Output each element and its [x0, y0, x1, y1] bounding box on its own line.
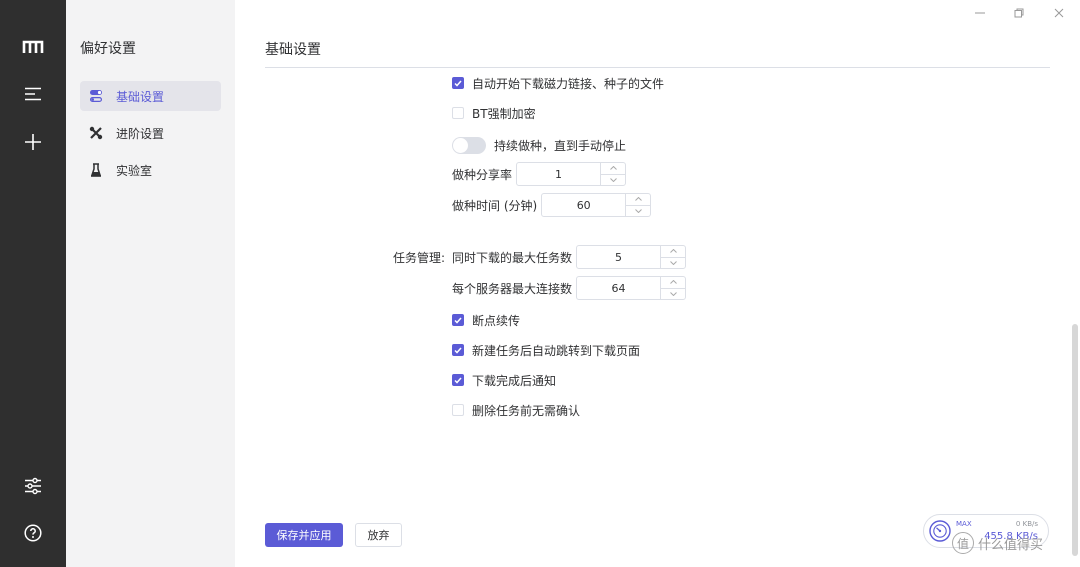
chevron-down-icon[interactable]: [626, 204, 651, 217]
max-connections-stepper[interactable]: 64: [576, 276, 687, 300]
seed-time-row: 做种时间 (分钟) 60: [452, 193, 652, 217]
checkbox-label: 下载完成后通知: [472, 373, 557, 388]
sidebar-title: 偏好设置: [80, 41, 136, 57]
max-tasks-row: 同时下载的最大任务数 5: [452, 245, 687, 269]
stepper-value[interactable]: 60: [542, 194, 625, 216]
lab-icon: [88, 162, 104, 178]
chevron-up-icon[interactable]: [661, 277, 685, 288]
checkbox-label: 删除任务前无需确认: [472, 403, 581, 418]
menu-icon[interactable]: [0, 74, 66, 114]
sidebar-item-label: 进阶设置: [116, 126, 165, 141]
stepper-value[interactable]: 1: [517, 163, 600, 185]
sidebar-item-basic[interactable]: 基础设置: [80, 81, 221, 111]
sidebar-item-lab[interactable]: 实验室: [80, 155, 221, 185]
chevron-down-icon[interactable]: [661, 287, 686, 300]
seed-ratio-stepper[interactable]: 1: [516, 162, 627, 186]
page-title: 基础设置: [265, 42, 321, 58]
checkbox-checked-icon: [452, 77, 464, 89]
stepper-value[interactable]: 64: [577, 277, 660, 299]
upload-speed: 0 KB/s: [1015, 520, 1038, 528]
chevron-up-icon[interactable]: [601, 163, 625, 174]
checkbox-checked-icon: [452, 374, 464, 386]
divider: [265, 67, 1050, 68]
resume-download-checkbox[interactable]: 断点续传: [452, 312, 520, 328]
notify-complete-checkbox[interactable]: 下载完成后通知: [452, 372, 556, 388]
no-delete-confirm-checkbox[interactable]: 删除任务前无需确认: [452, 402, 580, 418]
watermark-text: 什么值得买: [978, 537, 1044, 553]
keep-seeding-switch[interactable]: 持续做种，直到手动停止: [452, 136, 626, 154]
chevron-up-icon[interactable]: [626, 194, 650, 205]
toggle-switch[interactable]: [452, 136, 486, 154]
seed-time-stepper[interactable]: 60: [541, 193, 652, 217]
checkbox-label: 新建任务后自动跳转到下载页面: [472, 343, 641, 358]
field-label: 同时下载的最大任务数: [452, 250, 573, 265]
max-connections-row: 每个服务器最大连接数 64: [452, 276, 687, 300]
switch-knob: [453, 137, 468, 153]
sidebar-item-label: 实验室: [116, 163, 153, 178]
checkbox-label: 断点续传: [472, 313, 521, 328]
app-window: 偏好设置 基础设置 进阶设置 实验室 基础设置 自动开始下载磁力链接、种子的文件…: [0, 0, 1080, 567]
discard-button[interactable]: 放弃: [355, 523, 402, 547]
icon-rail: [0, 0, 66, 567]
chevron-up-icon[interactable]: [661, 246, 685, 257]
bt-encryption-checkbox[interactable]: BT强制加密: [452, 105, 536, 121]
chevron-down-icon[interactable]: [601, 173, 626, 186]
help-icon[interactable]: [0, 513, 66, 553]
preferences-icon[interactable]: [0, 466, 66, 506]
checkbox-unchecked-icon: [452, 404, 464, 416]
tools-icon: [88, 125, 104, 141]
checkbox-checked-icon: [452, 314, 464, 326]
speedometer-icon: [929, 520, 951, 542]
chevron-down-icon[interactable]: [661, 256, 686, 269]
scrollbar-thumb[interactable]: [1072, 324, 1078, 556]
speed-max-label: MAX: [956, 520, 972, 528]
sidebar-item-label: 基础设置: [116, 89, 165, 104]
watermark: 值 什么值得买: [952, 532, 1043, 554]
checkbox-unchecked-icon: [452, 107, 464, 119]
logo-icon[interactable]: [0, 27, 66, 67]
field-label: 每个服务器最大连接数: [452, 281, 573, 296]
restore-icon[interactable]: [1010, 4, 1028, 22]
auto-download-magnet-checkbox[interactable]: 自动开始下载磁力链接、种子的文件: [452, 75, 664, 91]
field-label: 做种时间 (分钟): [452, 198, 538, 213]
checkbox-label: BT强制加密: [472, 106, 536, 121]
field-label: 做种分享率: [452, 167, 513, 182]
max-tasks-stepper[interactable]: 5: [576, 245, 687, 269]
checkbox-checked-icon: [452, 344, 464, 356]
task-management-label: 任务管理:: [393, 251, 446, 265]
seed-ratio-row: 做种分享率 1: [452, 162, 627, 186]
add-icon[interactable]: [0, 122, 66, 162]
jump-to-downloads-checkbox[interactable]: 新建任务后自动跳转到下载页面: [452, 342, 640, 358]
close-icon[interactable]: [1050, 4, 1068, 22]
sidebar-item-advanced[interactable]: 进阶设置: [80, 118, 221, 148]
checkbox-label: 自动开始下载磁力链接、种子的文件: [472, 76, 665, 91]
toggle-icon: [88, 88, 104, 104]
switch-label: 持续做种，直到手动停止: [494, 138, 627, 153]
save-apply-button[interactable]: 保存并应用: [265, 523, 343, 547]
watermark-logo-icon: 值: [952, 532, 974, 554]
minimize-icon[interactable]: [971, 4, 989, 22]
stepper-value[interactable]: 5: [577, 246, 660, 268]
settings-panel: 基础设置 自动开始下载磁力链接、种子的文件 BT强制加密 持续做种，直到手动停止…: [235, 0, 1080, 567]
preferences-sidebar: 偏好设置 基础设置 进阶设置 实验室: [66, 0, 235, 567]
